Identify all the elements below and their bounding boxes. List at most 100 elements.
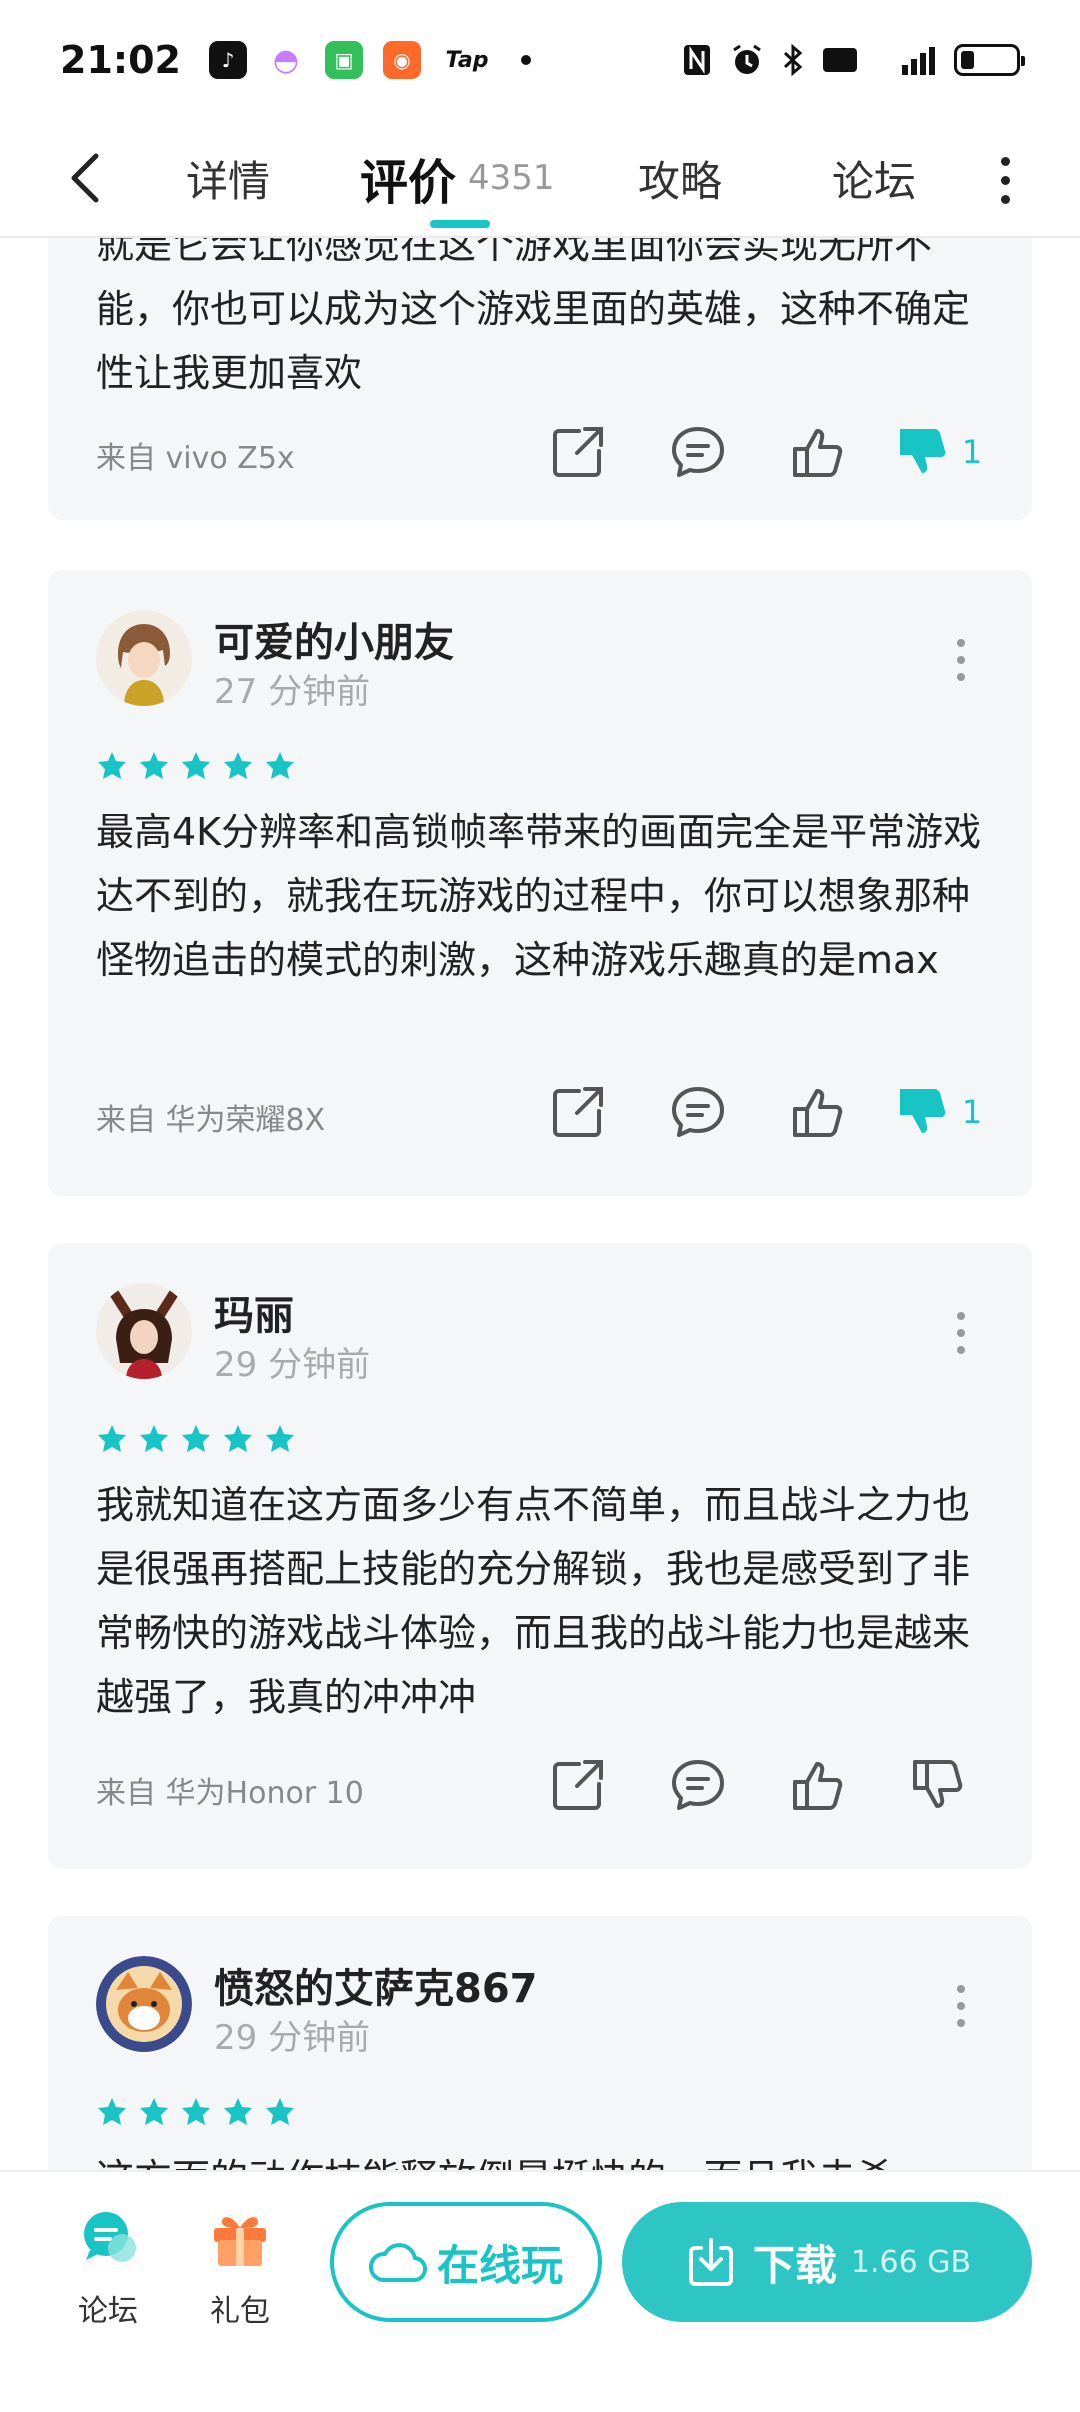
review-card: 愤怒的艾萨克867 29 分钟前 这方面的动作技能释放倒是挺快的，而且我击杀: [48, 1916, 1032, 2170]
tiktok-icon: ♪: [208, 41, 247, 79]
battery-level: [961, 51, 974, 69]
gift-icon: [214, 2217, 266, 2266]
tab-details[interactable]: 详情: [186, 138, 270, 218]
gift-button[interactable]: 礼包: [190, 2206, 290, 2329]
star-icon: [182, 1425, 210, 1452]
username[interactable]: 玛丽: [214, 1283, 294, 1341]
star-icon: [140, 1425, 168, 1452]
star-icon: [98, 752, 126, 779]
avatar[interactable]: [96, 610, 192, 706]
forum-button[interactable]: 论坛: [58, 2206, 158, 2329]
dislike-count: 1: [961, 433, 983, 471]
star-icon: [266, 752, 294, 779]
thumbs-up-icon: [793, 1089, 843, 1137]
review-text: 最高4K分辨率和高锁帧率带来的画面完全是平常游戏达不到的，就我在玩游戏的过程中，…: [96, 810, 982, 982]
review-menu-button[interactable]: [946, 1976, 976, 2036]
comment-button[interactable]: [638, 412, 758, 492]
comment-button[interactable]: [638, 1745, 758, 1825]
dislike-button[interactable]: 1: [878, 412, 998, 492]
dislike-button[interactable]: 1: [878, 1072, 998, 1152]
comment-icon: [672, 1760, 724, 1810]
share-button[interactable]: [518, 412, 638, 492]
username[interactable]: 愤怒的艾萨克867: [214, 1956, 538, 2014]
like-button[interactable]: [758, 1072, 878, 1152]
bottom-action-bar: 论坛 礼包 在线玩 下载 1.66 GB: [0, 2170, 1080, 2412]
like-button[interactable]: [758, 1745, 878, 1825]
comment-icon: [672, 1087, 724, 1137]
tab-forum[interactable]: 论坛: [832, 138, 916, 218]
review-actions: 1: [518, 1072, 1018, 1152]
review-time: 27 分钟前: [214, 672, 371, 712]
review-count: 4351: [468, 158, 555, 198]
status-app-icons: ♪ ◓ ▣ ◉ Tap: [208, 41, 531, 79]
like-button[interactable]: [758, 412, 878, 492]
download-size: 1.66 GB: [850, 2244, 972, 2280]
review-card: 可爱的小朋友 27 分钟前 最高4K分辨率和高锁帧率带来的画面完全是平常游戏达不…: [48, 570, 1032, 1196]
review-menu-button[interactable]: [946, 630, 976, 690]
review-device: 来自 vivo Z5x: [96, 441, 295, 476]
hd-icon: [822, 42, 858, 78]
avatar[interactable]: [96, 1283, 192, 1379]
status-bar: 21:02 ♪ ◓ ▣ ◉ Tap: [0, 0, 1080, 120]
review-device: 来自 华为荣耀8X: [96, 1103, 326, 1138]
reviews-list[interactable]: 就是它会让你感觉在这个游戏里面你会实现无所不能，你也可以成为这个游戏里面的英雄，…: [0, 238, 1080, 2170]
star-icon: [224, 752, 252, 779]
review-actions: [518, 1745, 1018, 1825]
star-icon: [224, 1425, 252, 1452]
gift-label: 礼包: [210, 2294, 270, 2329]
star-icon: [98, 2098, 126, 2125]
play-online-button[interactable]: 在线玩: [330, 2202, 602, 2322]
tab-label: 攻略: [638, 156, 723, 206]
thumbs-down-icon: [913, 1760, 963, 1808]
download-button[interactable]: 下载 1.66 GB: [622, 2202, 1032, 2322]
share-button[interactable]: [518, 1072, 638, 1152]
review-header: 愤怒的艾萨克867 29 分钟前: [96, 1956, 996, 2058]
star-rating: [96, 2096, 296, 2128]
review-menu-button[interactable]: [946, 1303, 976, 1363]
comment-button[interactable]: [638, 1072, 758, 1152]
orange-app-icon: ◉: [382, 41, 421, 79]
review-header: 玛丽 29 分钟前: [96, 1283, 996, 1385]
star-icon: [140, 2098, 168, 2125]
dislike-count: 1: [961, 1093, 983, 1131]
cloud-icon: [368, 2243, 427, 2283]
review-header: 可爱的小朋友 27 分钟前: [96, 610, 996, 712]
review-card: 玛丽 29 分钟前 我就知道在这方面多少有点不简单，而且战斗之力也是很强再搭配上…: [48, 1243, 1032, 1869]
share-button[interactable]: [518, 1745, 638, 1825]
play-online-label: 在线玩: [436, 2240, 563, 2290]
tap-icon: Tap: [445, 47, 489, 73]
share-icon: [553, 1760, 603, 1810]
review-text: 我就知道在这方面多少有点不简单，而且战斗之力也是很强再搭配上技能的充分解锁，我也…: [96, 1483, 971, 1719]
review-card: 就是它会让你感觉在这个游戏里面你会实现无所不能，你也可以成为这个游戏里面的英雄，…: [48, 238, 1032, 520]
dislike-button[interactable]: [878, 1745, 998, 1825]
star-icon: [140, 752, 168, 779]
chevron-left-icon: [71, 153, 99, 203]
download-icon: [688, 2238, 733, 2286]
review-time: 29 分钟前: [214, 1345, 371, 1385]
tab-label: 详情: [186, 156, 271, 206]
share-icon: [553, 427, 603, 477]
soul-icon: ◓: [266, 41, 305, 79]
thumbs-down-icon: [899, 1089, 946, 1133]
star-icon: [266, 2098, 294, 2125]
tab-reviews[interactable]: 评价 4351: [360, 138, 555, 218]
tab-label: 评价: [360, 155, 457, 211]
avatar[interactable]: [96, 1956, 192, 2052]
star-rating: [96, 750, 296, 782]
signal-icon: [876, 42, 936, 78]
thumbs-down-icon: [899, 429, 946, 473]
back-button[interactable]: [58, 142, 118, 212]
forum-label: 论坛: [78, 2294, 138, 2329]
review-actions: 1: [518, 412, 1018, 492]
tab-navigation: 详情 评价 4351 攻略 论坛: [0, 120, 1080, 238]
more-options-button[interactable]: [980, 140, 1030, 220]
username[interactable]: 可爱的小朋友: [214, 610, 454, 668]
status-time: 21:02: [60, 38, 181, 82]
download-label: 下载: [752, 2240, 837, 2290]
notification-dot: [520, 55, 531, 65]
tab-guides[interactable]: 攻略: [638, 138, 722, 218]
review-device: 来自 华为Honor 10: [96, 1776, 364, 1811]
share-icon: [553, 1087, 603, 1137]
review-text: 这方面的动作技能释放倒是挺快的，而且我击杀: [96, 2146, 996, 2170]
thumbs-up-icon: [793, 1762, 843, 1810]
